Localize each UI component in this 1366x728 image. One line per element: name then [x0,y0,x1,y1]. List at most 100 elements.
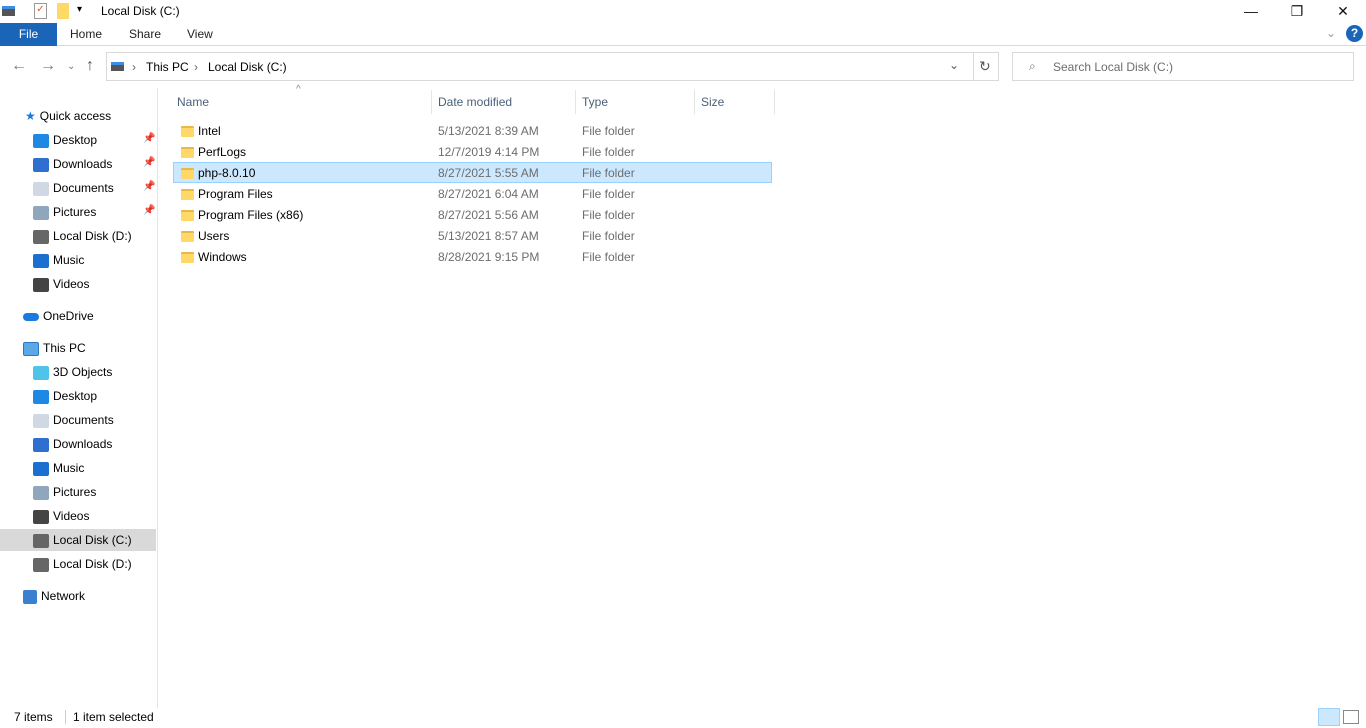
video-icon [33,277,49,292]
sidebar-item[interactable]: Music [33,457,84,479]
tab-share[interactable]: Share [117,23,173,46]
customize-toolbar-icon[interactable]: ▾ [77,4,82,15]
sidebar-item[interactable]: Pictures [33,481,96,503]
file-name: Windows [198,250,247,264]
sidebar-item[interactable]: Videos [33,273,89,295]
properties-icon[interactable]: ✓ [34,3,47,19]
new-folder-icon[interactable] [57,3,69,19]
breadcrumb-this-pc[interactable]: This PC [146,60,189,74]
file-name: PerfLogs [198,145,247,159]
folder-icon [181,168,194,179]
sidebar-item[interactable]: Downloads [33,433,112,455]
video-icon [33,509,49,524]
music-icon [33,461,49,476]
sidebar-item[interactable]: Music [33,249,84,271]
column-header-type[interactable]: Type [576,90,695,114]
sidebar-item-label: Pictures [53,485,97,499]
file-row[interactable]: Windows 8/28/2021 9:15 PM File folder [173,246,772,267]
document-icon [33,413,49,428]
network-icon [23,589,37,604]
tab-file[interactable]: File [0,23,57,46]
sidebar-item[interactable]: Downloads [33,153,112,175]
file-type: File folder [582,124,635,138]
computer-icon [23,341,39,356]
file-row[interactable]: Intel 5/13/2021 8:39 AM File folder [173,120,772,141]
file-date: 12/7/2019 4:14 PM [438,145,540,159]
help-icon[interactable]: ? [1346,25,1363,42]
sidebar-item-label: Documents [53,181,114,195]
star-icon: ★ [25,109,36,123]
file-type: File folder [582,145,635,159]
sidebar-item-label: Downloads [53,437,113,451]
pin-icon[interactable]: 📌 [143,205,155,216]
pin-icon[interactable]: 📌 [143,157,155,168]
sidebar-item[interactable]: Desktop [33,385,97,407]
pin-icon[interactable]: 📌 [143,133,155,144]
column-header-size[interactable]: Size [695,90,775,114]
divider [65,710,66,724]
sidebar-item[interactable]: Local Disk (D:) [33,553,132,575]
file-date: 8/27/2021 5:55 AM [438,166,539,180]
breadcrumb-local-disk[interactable]: Local Disk (C:) [208,60,287,74]
expand-ribbon-icon[interactable]: ⌄ [1326,26,1336,40]
refresh-icon[interactable]: ↻ [979,58,991,75]
search-icon: ⌕ [1029,59,1036,73]
file-date: 5/13/2021 8:57 AM [438,229,539,243]
back-button[interactable]: ← [11,57,27,75]
file-row[interactable]: Program Files (x86) 8/27/2021 5:56 AM File… [173,204,772,225]
sidebar-onedrive[interactable]: OneDrive [23,305,94,327]
title-bar: ✓ ▾ Local Disk (C:) — ❐ ✕ [0,0,1366,23]
file-row[interactable]: PerfLogs 12/7/2019 4:14 PM File folder [173,141,772,162]
file-name: php-8.0.10 [198,166,256,180]
sidebar-item-label: Desktop [53,389,98,403]
file-row[interactable]: Users 5/13/2021 8:57 AM File folder [173,225,772,246]
folder-icon [181,252,194,263]
sidebar-item[interactable]: Local Disk (D:) [33,225,132,247]
details-view-button[interactable] [1318,708,1340,726]
download-icon [33,437,49,452]
column-header-date[interactable]: Date modified [432,90,576,114]
forward-button[interactable]: → [40,57,56,75]
sidebar-item[interactable]: Local Disk (C:) [0,529,156,551]
file-type: File folder [582,166,635,180]
sidebar-item[interactable]: 3D Objects [33,361,112,383]
music-icon [33,253,49,268]
sidebar-network[interactable]: Network [23,585,85,607]
desktop-icon [33,389,49,404]
close-button[interactable]: ✕ [1320,0,1366,23]
minimize-button[interactable]: — [1228,0,1274,23]
drive-icon [33,533,49,548]
label: Quick access [39,109,112,123]
drive-icon [33,557,49,572]
sidebar-item-label: Downloads [53,157,113,171]
address-bar[interactable]: › This PC › Local Disk (C:) ⌄ ↻ [106,52,999,81]
file-row[interactable]: Program Files 8/27/2021 6:04 AM File folde… [173,183,772,204]
folder-icon [181,231,194,242]
tab-home[interactable]: Home [58,23,114,46]
file-type: File folder [582,250,635,264]
sidebar-item[interactable]: Pictures [33,201,96,223]
sidebar-item[interactable]: Documents [33,409,114,431]
column-header-name[interactable]: Name [171,90,432,114]
up-button[interactable]: ↑ [86,57,94,75]
tab-view[interactable]: View [175,23,225,46]
pin-icon[interactable]: 📌 [143,181,155,192]
file-type: File folder [582,187,635,201]
file-date: 8/27/2021 5:56 AM [438,208,539,222]
sidebar-quick-access[interactable]: ★ Quick access [25,105,111,127]
sidebar-this-pc[interactable]: This PC [23,337,86,359]
address-dropdown-icon[interactable]: ⌄ [949,58,959,72]
sidebar-item[interactable]: Videos [33,505,89,527]
file-row[interactable]: php-8.0.10 8/27/2021 5:55 AM File folder [173,162,772,183]
desktop-icon [33,133,49,148]
sidebar-item[interactable]: Documents [33,177,114,199]
chevron-right-icon: › [132,60,136,74]
recent-locations-icon[interactable]: ⌄ [67,61,75,72]
restore-button[interactable]: ❐ [1274,0,1320,23]
status-item-count: 7 items [14,710,53,724]
search-input[interactable]: ⌕ Search Local Disk (C:) [1012,52,1354,81]
large-icons-view-button[interactable] [1343,710,1359,724]
sidebar-item[interactable]: Desktop [33,129,97,151]
label: This PC [43,341,86,355]
cloud-icon [23,312,39,321]
